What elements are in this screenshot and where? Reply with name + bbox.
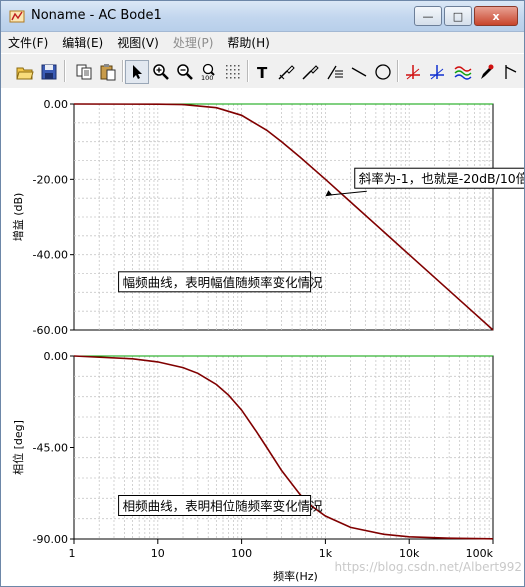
- copy-button[interactable]: [72, 60, 96, 84]
- zoom-100-button[interactable]: 100: [197, 60, 221, 84]
- circle-button[interactable]: [371, 60, 395, 84]
- phase-ylabel: 相位 [deg]: [11, 420, 25, 475]
- menu-edit[interactable]: 编辑(E): [55, 32, 110, 52]
- axis-label-button[interactable]: [323, 60, 347, 84]
- menu-file[interactable]: 文件(F): [1, 32, 55, 52]
- close-button[interactable]: x: [474, 6, 518, 26]
- curves-icon: [454, 66, 472, 80]
- phase-xtick-label: 100: [231, 547, 252, 560]
- zoom-out-button[interactable]: [173, 60, 197, 84]
- open-icon: [16, 67, 34, 80]
- zoom-out-icon: [177, 64, 193, 80]
- grid-icon: [226, 65, 240, 79]
- grid-button[interactable]: [221, 60, 245, 84]
- pointer-icon: [133, 65, 142, 79]
- marker-a-icon: [406, 65, 420, 80]
- zoom-in-button[interactable]: [149, 60, 173, 84]
- cursor-b-icon: [302, 65, 319, 80]
- mag-annotation-text: 斜率为-1，也就是-20dB/10倍频程: [359, 171, 524, 186]
- maximize-button[interactable]: □: [444, 6, 472, 26]
- toolbar: 100 T: [1, 53, 524, 89]
- zoom-100-label: 100: [201, 74, 213, 81]
- cursor-a-icon: [278, 65, 295, 80]
- phase-xlabel: 频率(Hz): [273, 569, 318, 583]
- mag-ytick-label: 0.00: [44, 98, 69, 111]
- pen-button[interactable]: [475, 60, 499, 84]
- menu-help[interactable]: 帮助(H): [220, 32, 276, 52]
- zoom-100-icon: 100: [201, 63, 215, 81]
- bode-plot: 0.00 -20.00 -40.00 -60.00 增益 (dB) 斜率为-1，也就是-2…: [11, 98, 524, 583]
- maximize-icon: □: [452, 9, 464, 23]
- pen-icon: [481, 64, 494, 79]
- marker-b-icon: [430, 65, 444, 80]
- mag-ytick-label: -40.00: [33, 249, 68, 262]
- cursor-b-button[interactable]: [299, 60, 323, 84]
- window-title: Noname - AC Bode1: [31, 8, 162, 23]
- mag-ytick-label: -60.00: [33, 324, 68, 337]
- open-button[interactable]: [13, 60, 37, 84]
- paste-button[interactable]: [96, 60, 120, 84]
- probe-icon: [505, 65, 517, 79]
- copy-icon: [76, 64, 92, 80]
- phase-xtick-label: 10: [151, 547, 165, 560]
- text-tool-label: T: [257, 64, 268, 81]
- zoom-in-icon: [153, 64, 169, 80]
- close-icon: x: [492, 9, 500, 23]
- app-window: Noname - AC Bode1 — □ x 文件(F) 编辑(E) 视图(V…: [0, 0, 525, 587]
- app-logo-icon: [9, 10, 25, 23]
- phase-xtick-label: 1k: [319, 547, 333, 560]
- plot-area: 0.00 -20.00 -40.00 -60.00 增益 (dB) 斜率为-1，也就是-2…: [1, 88, 524, 586]
- phase-xtick-label: 10k: [399, 547, 420, 560]
- line-button[interactable]: [347, 60, 371, 84]
- minimize-icon: —: [422, 9, 434, 23]
- marker-a-button[interactable]: [401, 60, 425, 84]
- phase-ytick-label: -90.00: [33, 533, 68, 546]
- text-button[interactable]: T: [251, 60, 275, 84]
- phase-ytick-label: 0.00: [44, 350, 69, 363]
- curves-button[interactable]: [451, 60, 475, 84]
- axis-label-icon: [327, 65, 343, 80]
- title-bar: Noname - AC Bode1 — □ x: [1, 1, 524, 32]
- phase-xtick-label: 100k: [466, 547, 494, 560]
- phase-xtick-label: 1: [69, 547, 76, 560]
- menu-view[interactable]: 视图(V): [110, 32, 166, 52]
- marker-b-button[interactable]: [425, 60, 449, 84]
- pointer-button[interactable]: [125, 60, 149, 84]
- mag-annotation-text: 幅频曲线，表明幅值随频率变化情况: [123, 275, 324, 290]
- mag-ytick-label: -20.00: [33, 173, 68, 186]
- mag-ylabel: 增益 (dB): [11, 193, 25, 242]
- circle-icon: [375, 64, 391, 80]
- text-icon: T: [257, 64, 268, 81]
- menu-bar: 文件(F) 编辑(E) 视图(V) 处理(P) 帮助(H): [1, 32, 524, 52]
- save-button[interactable]: [37, 60, 61, 84]
- watermark-text: https://blog.csdn.net/Albert992: [335, 560, 522, 574]
- cursor-a-button[interactable]: [275, 60, 299, 84]
- minimize-button[interactable]: —: [414, 6, 442, 26]
- line-icon: [351, 67, 367, 77]
- menu-process[interactable]: 处理(P): [166, 32, 221, 52]
- paste-icon: [100, 64, 116, 81]
- phase-annotation-text: 相频曲线，表明相位随频率变化情况: [123, 499, 324, 514]
- save-icon: [41, 64, 57, 80]
- probe-button[interactable]: [499, 60, 523, 84]
- phase-ytick-label: -45.00: [33, 442, 68, 455]
